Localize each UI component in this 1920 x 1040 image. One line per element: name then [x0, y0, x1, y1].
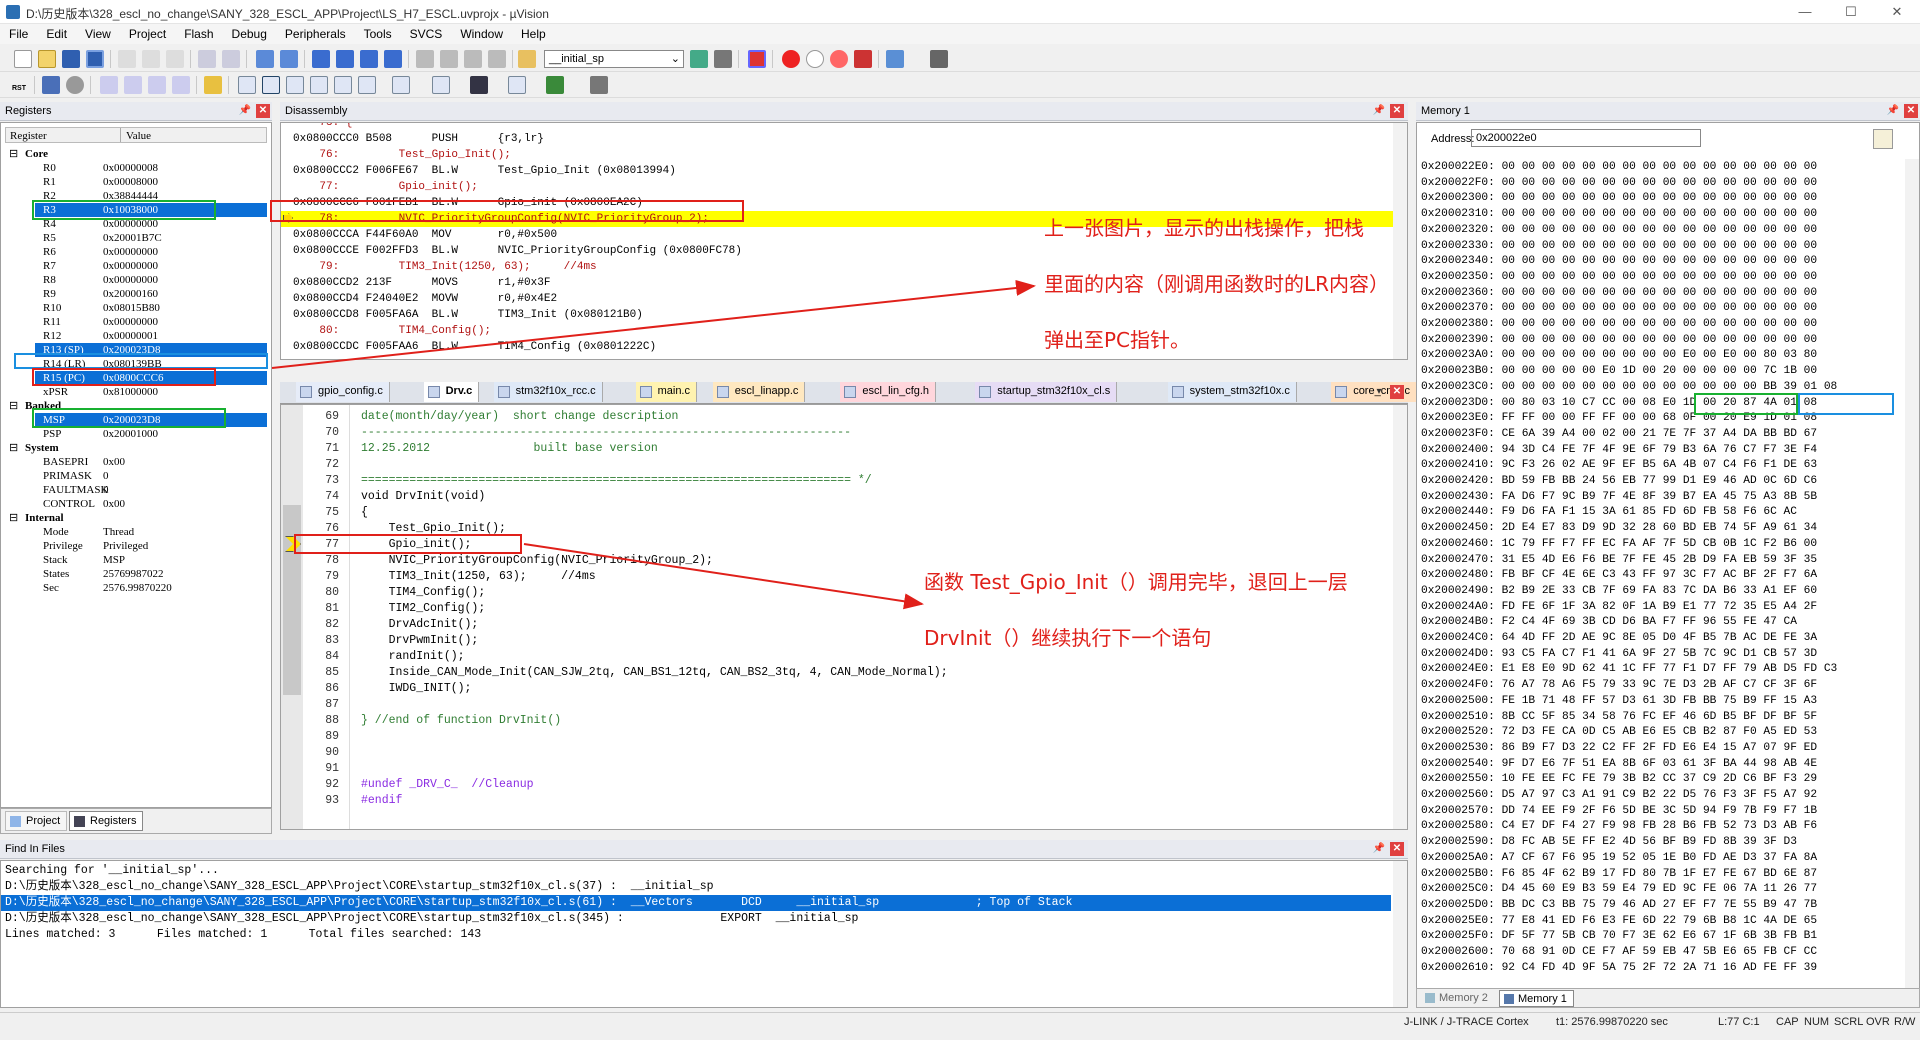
annotation-text-5: DrvInit（）继续执行下一个语句	[924, 626, 1212, 650]
annotation-text-3: 弹出至PC指针。	[1044, 328, 1191, 352]
annotation-text-2: 里面的内容（刚调用函数时的LR内容）	[1044, 272, 1390, 296]
annotation-text-4: 函数 Test_Gpio_Init（）调用完毕，退回上一层	[924, 570, 1348, 594]
annotation-text-1: 上一张图片，显示的出栈操作，把栈	[1044, 216, 1364, 240]
arrow-pc	[271, 279, 1036, 369]
annotation-arrows	[271, 279, 1036, 610]
arrow-source	[523, 543, 924, 610]
